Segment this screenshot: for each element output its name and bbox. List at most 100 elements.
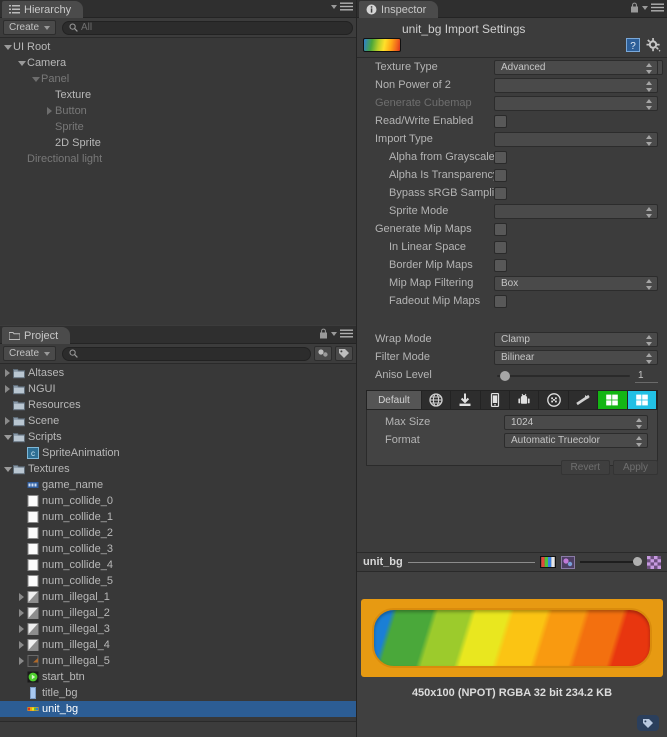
hierarchy-item-texture[interactable]: Texture [0,87,356,103]
project-item-scene[interactable]: Scene [0,413,356,429]
property-checkbox-generate-mip-maps[interactable] [494,223,507,236]
chevron-right-icon[interactable] [44,103,55,119]
gear-icon[interactable] [646,38,661,52]
help-icon[interactable]: ? [626,38,640,52]
property-checkbox-alpha-from-grayscale[interactable] [494,151,507,164]
property-dropdown-generate-cubemap[interactable] [494,96,658,111]
property-checkbox-read-write-enabled[interactable] [494,115,507,128]
hierarchy-tree[interactable]: UI Root Camera Panel Texture Button Sprite 2D … [0,39,356,325]
project-item-spriteanimation[interactable]: c SpriteAnimation [0,445,356,461]
platform-tab-default[interactable]: Default [367,391,422,409]
platform-tab-android[interactable] [510,391,540,409]
chevron-down-icon[interactable] [642,5,648,10]
platform-tab-blackberry[interactable] [539,391,569,409]
hierarchy-item-directional-light[interactable]: Directional light [0,151,356,167]
property-dropdown-wrap-mode[interactable]: Clamp [494,332,658,347]
hierarchy-create-button[interactable]: Create [3,20,57,35]
chevron-down-icon[interactable] [2,39,13,55]
project-item-num-collide-1[interactable]: num_collide_1 [0,509,356,525]
chevron-down-icon[interactable] [16,55,27,71]
lock-icon[interactable] [319,328,328,339]
property-checkbox-fadeout-mip-maps[interactable] [494,295,507,308]
chevron-right-icon[interactable] [16,637,27,653]
platform-tab-bar[interactable]: Default [366,390,658,410]
property-dropdown-format[interactable]: Automatic Truecolor [504,433,648,448]
filter-by-type-button[interactable] [314,346,332,361]
property-checkbox-bypass-srgb-sampling[interactable] [494,187,507,200]
checker-icon[interactable] [647,555,661,569]
project-item-num-collide-5[interactable]: num_collide_5 [0,573,356,589]
chevron-right-icon[interactable] [16,589,27,605]
project-item-start-btn[interactable]: start_btn [0,669,356,685]
project-search-input[interactable] [62,346,311,361]
platform-tab-standalone[interactable] [422,391,452,409]
project-item-num-collide-0[interactable]: num_collide_0 [0,493,356,509]
hierarchy-item-sprite[interactable]: Sprite [0,119,356,135]
project-item-unit-bg[interactable]: unit_bg [0,701,356,717]
hierarchy-item-panel[interactable]: Panel [0,71,356,87]
platform-tab-wp8[interactable] [598,391,628,409]
property-dropdown-import-type[interactable] [494,132,658,147]
project-item-textures[interactable]: Textures [0,461,356,477]
project-item-num-collide-4[interactable]: num_collide_4 [0,557,356,573]
chevron-down-icon[interactable] [30,71,41,87]
property-dropdown-max-size[interactable]: 1024 [504,415,648,430]
chevron-right-icon[interactable] [16,653,27,669]
property-checkbox-border-mip-maps[interactable] [494,259,507,272]
hamburger-menu-icon[interactable] [340,2,353,11]
platform-tab-webplayer[interactable] [451,391,481,409]
property-dropdown-non-power-of-2[interactable] [494,78,658,93]
hierarchy-item-camera[interactable]: Camera [0,55,356,71]
project-item-game-name[interactable]: game_name [0,477,356,493]
chevron-down-icon[interactable] [331,331,337,336]
project-item-resources[interactable]: Resources [0,397,356,413]
chevron-down-icon[interactable] [331,4,337,9]
chevron-down-icon[interactable] [2,461,13,477]
hierarchy-item-2d-sprite[interactable]: 2D Sprite [0,135,356,151]
project-item-num-collide-2[interactable]: num_collide_2 [0,525,356,541]
hierarchy-search-input[interactable]: All [62,20,353,35]
property-checkbox-in-linear-space[interactable] [494,241,507,254]
tab-hierarchy[interactable]: Hierarchy [2,1,84,18]
project-item-num-illegal-1[interactable]: num_illegal_1 [0,589,356,605]
chevron-right-icon[interactable] [2,413,13,429]
property-value-aniso-level[interactable]: 1 [635,368,658,383]
project-item-num-illegal-2[interactable]: num_illegal_2 [0,605,356,621]
chevron-right-icon[interactable] [2,381,13,397]
hamburger-menu-icon[interactable] [340,329,353,338]
alpha-icon[interactable] [561,555,575,569]
chevron-right-icon[interactable] [16,621,27,637]
project-item-altases[interactable]: Altases [0,365,356,381]
rgba-channels-icon[interactable] [540,556,556,568]
project-item-num-illegal-4[interactable]: num_illegal_4 [0,637,356,653]
project-tree[interactable]: Altases NGUI Resources Scene Scripts c SpriteA… [0,365,356,721]
project-item-ngui[interactable]: NGUI [0,381,356,397]
chevron-right-icon[interactable] [2,365,13,381]
project-create-button[interactable]: Create [3,346,57,361]
property-dropdown-texture-type[interactable]: Advanced [494,60,658,75]
chevron-right-icon[interactable] [16,605,27,621]
hierarchy-item-ui-root[interactable]: UI Root [0,39,356,55]
chevron-down-icon[interactable] [2,429,13,445]
platform-tab-winstore[interactable] [627,391,657,409]
tab-project[interactable]: Project [2,327,71,344]
project-item-scripts[interactable]: Scripts [0,429,356,445]
project-item-num-collide-3[interactable]: num_collide_3 [0,541,356,557]
revert-button[interactable]: Revert [560,460,610,475]
property-dropdown-mip-map-filtering[interactable]: Box [494,276,658,291]
preview-zoom-slider[interactable] [580,557,642,566]
project-item-num-illegal-3[interactable]: num_illegal_3 [0,621,356,637]
filter-by-label-button[interactable] [335,346,353,361]
platform-tab-tizen[interactable] [569,391,599,409]
hamburger-menu-icon[interactable] [651,3,664,12]
project-item-title-bg[interactable]: title_bg [0,685,356,701]
lock-icon[interactable] [630,2,639,13]
apply-button[interactable]: Apply [612,460,658,475]
tab-inspector[interactable]: Inspector [359,1,439,18]
property-checkbox-alpha-is-transparency[interactable] [494,169,507,182]
hierarchy-item-button[interactable]: Button [0,103,356,119]
asset-label-button[interactable] [637,715,659,731]
platform-tab-ios[interactable] [481,391,511,409]
property-dropdown-sprite-mode[interactable] [494,204,658,219]
property-slider-knob-aniso-level[interactable] [500,371,510,381]
